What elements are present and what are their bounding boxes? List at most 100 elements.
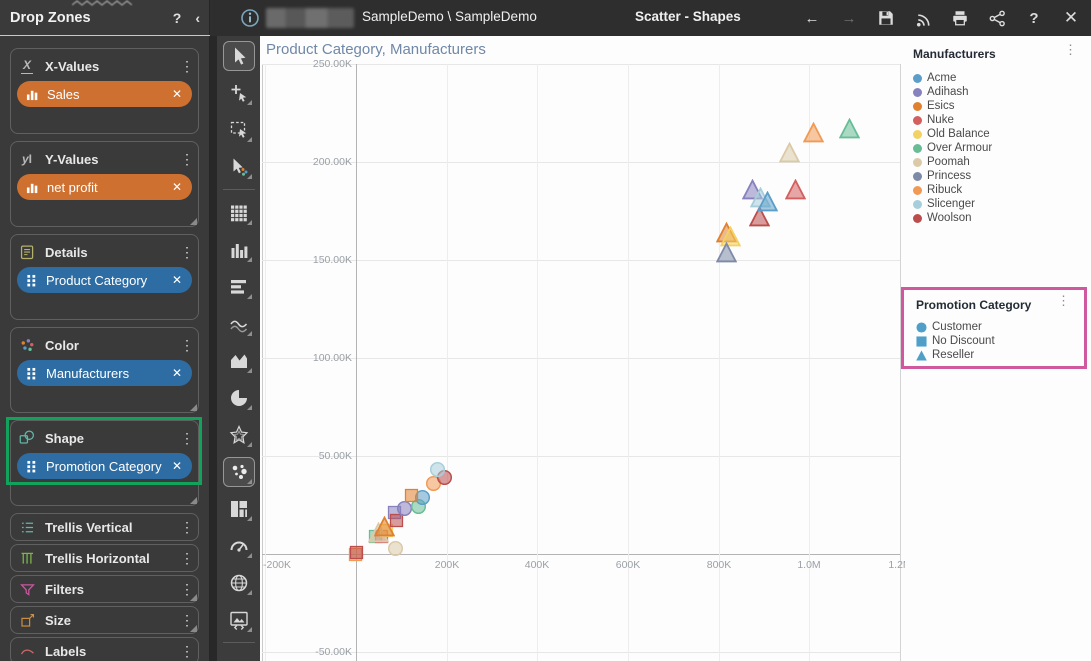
drop-zone-menu-icon[interactable]: ⋮	[180, 551, 194, 565]
legend-item-no-discount[interactable]: No Discount	[916, 334, 1084, 348]
resize-grip[interactable]	[190, 497, 197, 504]
drop-zone-labels[interactable]: Labels ⋮	[10, 637, 199, 661]
publish-icon[interactable]	[913, 8, 933, 28]
add-point-tool-icon[interactable]	[223, 78, 255, 108]
gridline-y-100k	[262, 358, 900, 359]
resize-grip[interactable]	[190, 218, 197, 225]
data-point-over-armour-reseller[interactable]	[838, 117, 861, 144]
manufacturers-legend-menu-icon[interactable]: ⋮	[1064, 43, 1077, 56]
promotion-legend: Promotion Category ⋮ Customer No Discoun…	[901, 287, 1087, 369]
legend-item-woolson[interactable]: Woolson	[913, 211, 1091, 225]
promotion-legend-menu-icon[interactable]: ⋮	[1057, 294, 1070, 307]
legend-item-ribuck[interactable]: Ribuck	[913, 183, 1091, 197]
help-icon[interactable]: ?	[1024, 8, 1044, 28]
legend-item-adihash[interactable]: Adihash	[913, 85, 1091, 99]
drop-zone-menu-icon[interactable]: ⋮	[180, 152, 194, 166]
legend-item-old-balance[interactable]: Old Balance	[913, 127, 1091, 141]
legend-item-nuke[interactable]: Nuke	[913, 113, 1091, 127]
data-point-nuke-reseller[interactable]	[785, 178, 807, 205]
drop-zone-menu-icon[interactable]: ⋮	[180, 245, 194, 259]
legend-item-slicenger[interactable]: Slicenger	[913, 197, 1091, 211]
resize-grip[interactable]	[190, 594, 197, 601]
close-icon[interactable]: ✕	[1061, 8, 1081, 28]
color-icon	[17, 336, 37, 354]
legend-item-princess[interactable]: Princess	[913, 169, 1091, 183]
treemap-tool-icon[interactable]	[223, 494, 255, 524]
dropdown-corner	[246, 590, 252, 595]
drop-zone-shape[interactable]: Shape ⋮ Promotion Category ✕	[6, 417, 202, 506]
data-point-acme-reseller[interactable]	[756, 190, 779, 217]
drop-zone-trellis-horizontal[interactable]: Trellis Horizontal ⋮	[10, 544, 199, 572]
data-point-poomah-customer[interactable]	[387, 540, 404, 562]
share-icon[interactable]	[987, 8, 1007, 28]
pie-chart-tool-icon[interactable]	[223, 383, 255, 413]
pill-sales[interactable]: Sales ✕	[17, 81, 192, 107]
column-chart-tool-icon[interactable]	[223, 235, 255, 265]
forward-icon[interactable]: →	[839, 8, 859, 28]
drop-zone-menu-icon[interactable]: ⋮	[180, 613, 194, 627]
line-chart-tool-icon[interactable]	[223, 309, 255, 339]
bar-chart-tool-icon[interactable]	[223, 272, 255, 302]
drop-zone-filters[interactable]: Filters ⋮	[10, 575, 199, 603]
pill-remove-icon[interactable]: ✕	[172, 459, 182, 473]
legend-item-customer[interactable]: Customer	[916, 320, 1084, 334]
drop-zone-menu-icon[interactable]: ⋮	[180, 582, 194, 596]
pill-product-category[interactable]: Product Category ✕	[17, 267, 192, 293]
data-point-esics-no-discount[interactable]	[404, 488, 419, 508]
panel-collapse-icon[interactable]: ‹	[195, 10, 200, 26]
legend-item-reseller[interactable]: Reseller	[916, 348, 1084, 362]
resize-grip[interactable]	[190, 404, 197, 411]
drop-zone-color[interactable]: Color ⋮ Manufacturers ✕	[10, 327, 199, 413]
chart-title: Product Category, Manufacturers	[266, 41, 486, 58]
drop-zone-label: Trellis Vertical	[45, 519, 133, 535]
interaction-tool-icon[interactable]	[223, 152, 255, 182]
data-point-princess-reseller[interactable]	[716, 241, 738, 268]
pointer-tool-icon[interactable]	[222, 41, 255, 71]
drop-zone-menu-icon[interactable]: ⋮	[180, 59, 194, 73]
drop-zones-header: Drop Zones ? ‹	[0, 0, 210, 36]
grid-visual-tool-icon[interactable]	[223, 198, 255, 228]
area-chart-tool-icon[interactable]	[223, 346, 255, 376]
drop-zone-y-values[interactable]: yI Y-Values ⋮ net profit ✕	[10, 141, 199, 227]
pill-remove-icon[interactable]: ✕	[172, 273, 182, 287]
pill-remove-icon[interactable]: ✕	[172, 180, 182, 194]
legend-item-esics[interactable]: Esics	[913, 99, 1091, 113]
custom-visual-tool-icon[interactable]	[223, 605, 255, 635]
legend-item-over-armour[interactable]: Over Armour	[913, 141, 1091, 155]
data-point-woolson-no-discount[interactable]	[349, 545, 364, 565]
pill-remove-icon[interactable]: ✕	[172, 87, 182, 101]
back-icon[interactable]: ←	[802, 8, 822, 28]
pill-promotion-category[interactable]: Promotion Category ✕	[17, 453, 192, 479]
marquee-select-tool-icon[interactable]	[223, 115, 255, 145]
panel-divider	[210, 36, 217, 661]
scatter-chart-tool-icon[interactable]	[222, 457, 255, 487]
size-icon	[17, 611, 37, 629]
drop-zone-trellis-vertical[interactable]: Trellis Vertical ⋮	[10, 513, 199, 541]
pill-net-profit[interactable]: net profit ✕	[17, 174, 192, 200]
legend-item-poomah[interactable]: Poomah	[913, 155, 1091, 169]
resize-grip[interactable]	[190, 625, 197, 632]
info-icon[interactable]	[240, 8, 260, 28]
redacted-account-name	[266, 8, 354, 28]
drop-zone-size[interactable]: Size ⋮	[10, 606, 199, 634]
print-icon[interactable]	[950, 8, 970, 28]
drop-zone-menu-icon[interactable]: ⋮	[180, 338, 194, 352]
drop-zone-x-values[interactable]: X X-Values ⋮ Sales ✕	[10, 48, 199, 134]
data-point-poomah-reseller[interactable]	[779, 141, 801, 168]
drop-zone-menu-icon[interactable]: ⋮	[180, 644, 194, 658]
gauge-tool-icon[interactable]	[223, 531, 255, 561]
drop-zone-details[interactable]: Details ⋮ Product Category ✕	[10, 234, 199, 320]
data-point-ribuck-reseller[interactable]	[803, 121, 825, 148]
data-point-slicenger-customer[interactable]	[429, 461, 446, 483]
pill-remove-icon[interactable]: ✕	[172, 366, 182, 380]
drop-zone-menu-icon[interactable]: ⋮	[180, 520, 194, 534]
radar-chart-tool-icon[interactable]	[223, 420, 255, 450]
drop-zone-menu-icon[interactable]: ⋮	[180, 431, 194, 445]
pill-manufacturers[interactable]: Manufacturers ✕	[17, 360, 192, 386]
save-icon[interactable]	[876, 8, 896, 28]
drop-zone-label: Shape	[45, 430, 85, 446]
legend-item-acme[interactable]: Acme	[913, 71, 1091, 85]
panel-help-icon[interactable]: ?	[173, 10, 182, 26]
drop-zone-label: Filters	[45, 581, 85, 597]
map-tool-icon[interactable]	[223, 568, 255, 598]
